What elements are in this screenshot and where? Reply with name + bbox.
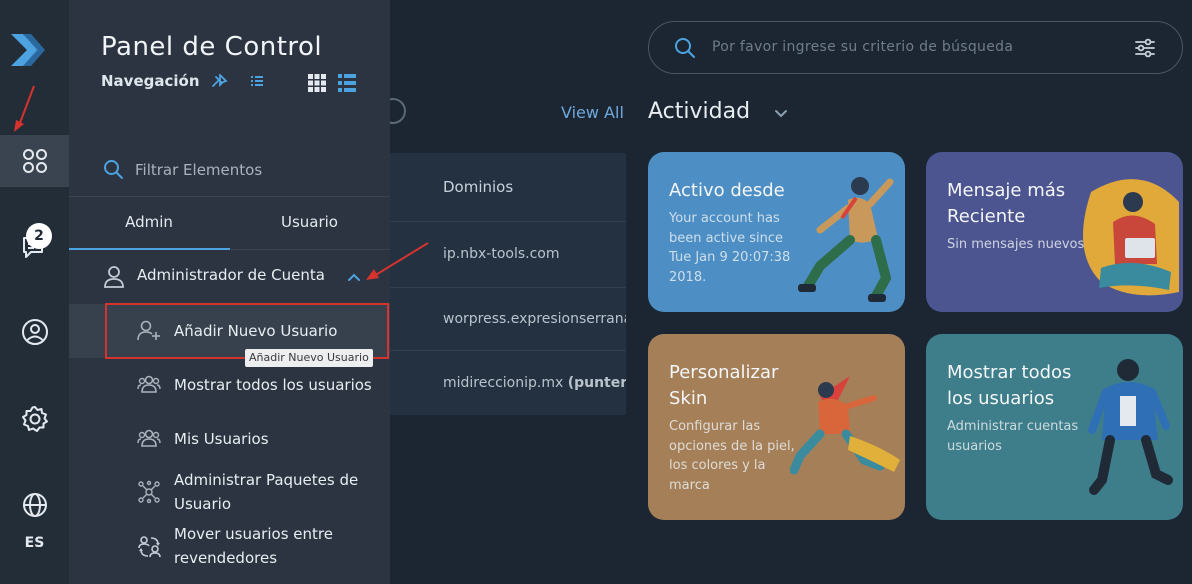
- painter-illustration: [790, 376, 900, 475]
- table-row[interactable]: ip.nbx-tools.com: [443, 246, 626, 262]
- globe-icon: [22, 493, 47, 517]
- annotation-arrow-icon: [366, 242, 429, 280]
- domain-pointer-text: (puntero: [567, 375, 626, 391]
- chevron-up-icon[interactable]: [347, 272, 361, 282]
- customize-skin-card[interactable]: Personalizar Skin Configurar las opcione…: [648, 334, 905, 520]
- search-input[interactable]: [712, 36, 1112, 58]
- filter-settings-icon[interactable]: [1133, 36, 1157, 60]
- activity-title-text: Actividad: [648, 99, 751, 124]
- menu-item-label: Mis Usuarios: [174, 430, 269, 448]
- menu-item-my-users[interactable]: Mis Usuarios: [69, 426, 390, 452]
- annotation-arrow-icon: [14, 85, 35, 132]
- filter-search-icon: [104, 160, 123, 179]
- pin-icon[interactable]: [211, 74, 229, 88]
- card-title: Mostrar todos los usuarios: [947, 362, 1072, 409]
- rail-dashboard[interactable]: [0, 135, 69, 187]
- panel-title: Panel de Control: [101, 32, 323, 62]
- active-since-card[interactable]: Activo desde Your account has been activ…: [648, 152, 905, 312]
- card-text: Configurar las opciones de la piel, los …: [669, 419, 795, 493]
- user-illustration: [1088, 359, 1173, 495]
- account-user-icon: [104, 266, 124, 288]
- grid-view-icon[interactable]: [308, 74, 326, 92]
- reader-illustration: [1083, 179, 1179, 296]
- table-row[interactable]: worpress.expresionserrana: [443, 311, 626, 327]
- card-text: Administrar cuentas usuarios: [947, 419, 1079, 454]
- chevron-down-icon[interactable]: [774, 109, 788, 119]
- navigation-panel: Panel de Control Navegación Admin Usuari: [69, 0, 390, 584]
- rail-profile[interactable]: [0, 315, 69, 349]
- domains-table-header: Dominios: [443, 178, 514, 196]
- list-view-icon[interactable]: [338, 74, 356, 92]
- tab-usuario[interactable]: Usuario: [229, 213, 390, 231]
- menu-item-show-all-users[interactable]: Mostrar todos los usuarios: [69, 372, 390, 398]
- table-divider: [390, 287, 626, 288]
- table-row[interactable]: midireccionip.mx (puntero: [443, 375, 626, 391]
- menu-item-user-packages[interactable]: Administrar Paquetes de Usuario: [69, 468, 390, 516]
- notification-badge: 2: [26, 223, 52, 249]
- divider: [69, 196, 390, 197]
- search-icon: [675, 38, 695, 58]
- activity-title[interactable]: Actividad: [648, 99, 750, 124]
- tab-admin[interactable]: Admin: [69, 213, 229, 231]
- card-text: Your account has been active since Tue J…: [669, 211, 791, 285]
- list-small-icon[interactable]: [249, 74, 265, 88]
- language-code[interactable]: ES: [0, 535, 69, 551]
- active-tab-indicator: [69, 248, 230, 250]
- domain-text: midireccionip.mx: [443, 375, 568, 391]
- table-divider: [390, 350, 626, 351]
- navigation-label: Navegación: [101, 72, 200, 90]
- rail-settings[interactable]: [0, 402, 69, 436]
- view-all-link[interactable]: View All: [561, 103, 624, 122]
- recent-message-card[interactable]: Mensaje más Reciente Sin mensajes nuevos: [926, 152, 1183, 312]
- table-divider: [390, 221, 626, 222]
- users-icon: [137, 374, 161, 394]
- account-admin-group[interactable]: Administrador de Cuenta: [137, 266, 325, 284]
- menu-item-move-users[interactable]: Mover usuarios entre revendedores: [69, 522, 390, 570]
- grid-dashboard-icon: [22, 149, 47, 173]
- gear-icon: [21, 406, 48, 432]
- runner-illustration: [798, 177, 894, 302]
- users-icon: [137, 428, 161, 448]
- app-logo-icon[interactable]: [9, 30, 45, 70]
- package-icon: [137, 480, 161, 504]
- rail-language[interactable]: [0, 490, 69, 520]
- menu-item-label: Mostrar todos los usuarios: [174, 376, 372, 394]
- move-users-icon: [137, 534, 163, 560]
- tooltip: Añadir Nuevo Usuario: [245, 349, 373, 367]
- show-all-users-card[interactable]: Mostrar todos los usuarios Administrar c…: [926, 334, 1183, 520]
- user-circle-icon: [21, 319, 48, 345]
- menu-item-label: Administrar Paquetes de Usuario: [174, 471, 359, 513]
- filter-input[interactable]: [135, 158, 365, 182]
- menu-item-label: Mover usuarios entre revendedores: [174, 525, 333, 567]
